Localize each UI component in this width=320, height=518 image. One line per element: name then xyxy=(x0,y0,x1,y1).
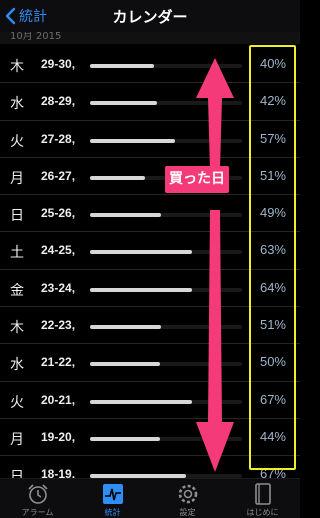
date-range-label: 25-26, xyxy=(41,206,76,221)
sleep-bar-fill xyxy=(90,101,157,106)
sleep-bar-fill xyxy=(90,175,145,180)
gear-icon xyxy=(178,484,197,504)
date-range-label: 19-20, xyxy=(41,429,76,444)
sleep-quality-percent: 40% xyxy=(259,56,286,71)
list-item[interactable]: 月 26-27, 51% xyxy=(0,158,300,196)
tab-intro[interactable]: はじめに xyxy=(225,479,300,518)
list-item[interactable]: 木 22-23, 51% xyxy=(0,307,300,345)
stats-icon xyxy=(102,484,123,504)
list-item[interactable]: 火 27-28, 57% xyxy=(0,121,300,158)
sleep-bar-fill xyxy=(90,250,192,255)
sleep-bar-fill xyxy=(90,64,154,68)
weekday-label: 水 xyxy=(10,357,24,374)
calendar-list[interactable]: 木 29-30, 40% 水 28-29, 42% 火 27-28, 57% 月 26-27, 51%… xyxy=(0,46,300,494)
tab-alarm-label: アラーム xyxy=(21,508,54,517)
weekday-label: 月 xyxy=(10,431,24,448)
list-item[interactable]: 水 28-29, 42% xyxy=(0,83,300,121)
date-range-label: 29-30, xyxy=(41,57,76,71)
sleep-quality-percent: 50% xyxy=(259,354,286,370)
sleep-quality-percent: 51% xyxy=(259,317,286,333)
annotation-label: 買った日 xyxy=(165,166,229,193)
page-title: カレンダー xyxy=(112,7,188,26)
navigation-bar: 統計 カレンダー xyxy=(0,0,300,32)
list-item[interactable]: 火 20-21, 67% xyxy=(0,382,300,419)
back-button-label: 統計 xyxy=(19,9,47,25)
tab-settings[interactable]: 設定 xyxy=(150,479,225,518)
sleep-quality-percent: 64% xyxy=(259,279,286,295)
tab-stats-label: 統計 xyxy=(104,508,121,517)
weekday-label: 木 xyxy=(10,320,24,337)
sleep-quality-percent: 49% xyxy=(259,205,286,221)
weekday-label: 火 xyxy=(10,133,24,150)
chevron-left-icon xyxy=(5,7,16,25)
sleep-quality-percent: 42% xyxy=(259,93,286,109)
sleep-bar-fill xyxy=(90,138,176,143)
tab-alarm[interactable]: アラーム xyxy=(0,479,75,518)
weekday-label: 日 xyxy=(10,208,24,225)
date-range-label: 27-28, xyxy=(41,131,76,146)
sleep-bar-fill xyxy=(90,362,160,367)
sleep-bar-fill xyxy=(90,436,160,441)
sleep-bar-fill xyxy=(90,213,162,218)
sleep-bar-fill xyxy=(90,325,162,330)
sleep-quality-percent: 57% xyxy=(259,130,286,146)
arrow-up-icon xyxy=(196,58,234,170)
month-header: 10月 2015 xyxy=(0,32,300,44)
back-button[interactable]: 統計 xyxy=(4,6,47,26)
sleep-quality-percent: 51% xyxy=(259,167,286,183)
list-item[interactable]: 金 23-24, 64% xyxy=(0,270,300,308)
list-item[interactable]: 月 19-20, 44% xyxy=(0,419,300,457)
list-item[interactable]: 日 25-26, 49% xyxy=(0,195,300,233)
date-range-label: 20-21, xyxy=(41,392,76,407)
tab-stats[interactable]: 統計 xyxy=(75,479,150,518)
date-range-label: 22-23, xyxy=(41,318,76,333)
weekday-label: 金 xyxy=(10,282,24,299)
date-range-label: 26-27, xyxy=(41,168,76,183)
date-range-label: 24-25, xyxy=(41,243,76,258)
weekday-label: 月 xyxy=(10,170,24,187)
sleep-quality-percent: 67% xyxy=(259,391,286,407)
book-icon xyxy=(254,483,271,505)
list-item[interactable]: 土 24-25, 63% xyxy=(0,232,300,270)
sleep-bar-fill xyxy=(90,399,192,404)
tab-bar: アラーム 統計 設定 はじめに xyxy=(0,478,300,518)
weekday-label: 火 xyxy=(10,394,24,411)
list-item[interactable]: 木 29-30, 40% xyxy=(0,46,300,84)
date-range-label: 23-24, xyxy=(41,280,76,295)
sleep-quality-percent: 63% xyxy=(259,242,286,258)
sleep-bar-fill xyxy=(90,287,192,292)
date-range-label: 28-29, xyxy=(41,94,76,109)
weekday-label: 木 xyxy=(10,59,24,75)
tab-intro-label: はじめに xyxy=(246,508,279,517)
list-item[interactable]: 水 21-22, 50% xyxy=(0,344,300,382)
weekday-label: 水 xyxy=(10,96,24,113)
arrow-down-icon xyxy=(196,210,234,472)
tab-settings-label: 設定 xyxy=(179,508,196,517)
date-range-label: 21-22, xyxy=(41,355,76,370)
weekday-label: 土 xyxy=(10,245,24,262)
sleep-quality-percent: 44% xyxy=(259,428,286,444)
alarm-clock-icon xyxy=(27,484,48,504)
